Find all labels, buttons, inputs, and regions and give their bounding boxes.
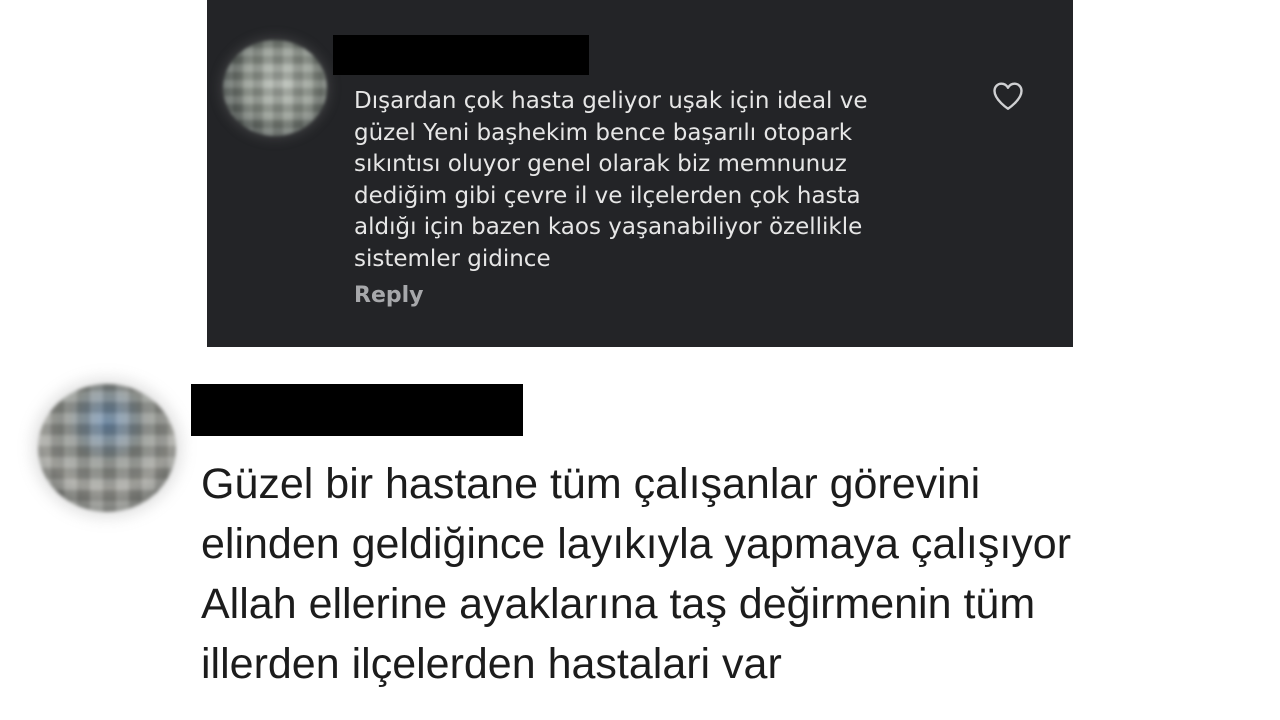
dark-comment-card: Dışardan çok hasta geliyor uşak için ide… <box>207 0 1073 347</box>
redacted-username <box>191 384 523 436</box>
commenter-avatar[interactable] <box>223 40 327 136</box>
screenshot-collage: Dışardan çok hasta geliyor uşak için ide… <box>0 0 1280 720</box>
comment-text: Güzel bir hastane tüm çalışanlar görevin… <box>201 460 1072 688</box>
heart-icon[interactable] <box>989 78 1027 114</box>
reply-button[interactable]: Reply <box>354 283 424 308</box>
commenter-avatar[interactable] <box>38 384 176 512</box>
redacted-username <box>333 35 589 75</box>
comment-text: Dışardan çok hasta geliyor uşak için ide… <box>354 88 868 272</box>
